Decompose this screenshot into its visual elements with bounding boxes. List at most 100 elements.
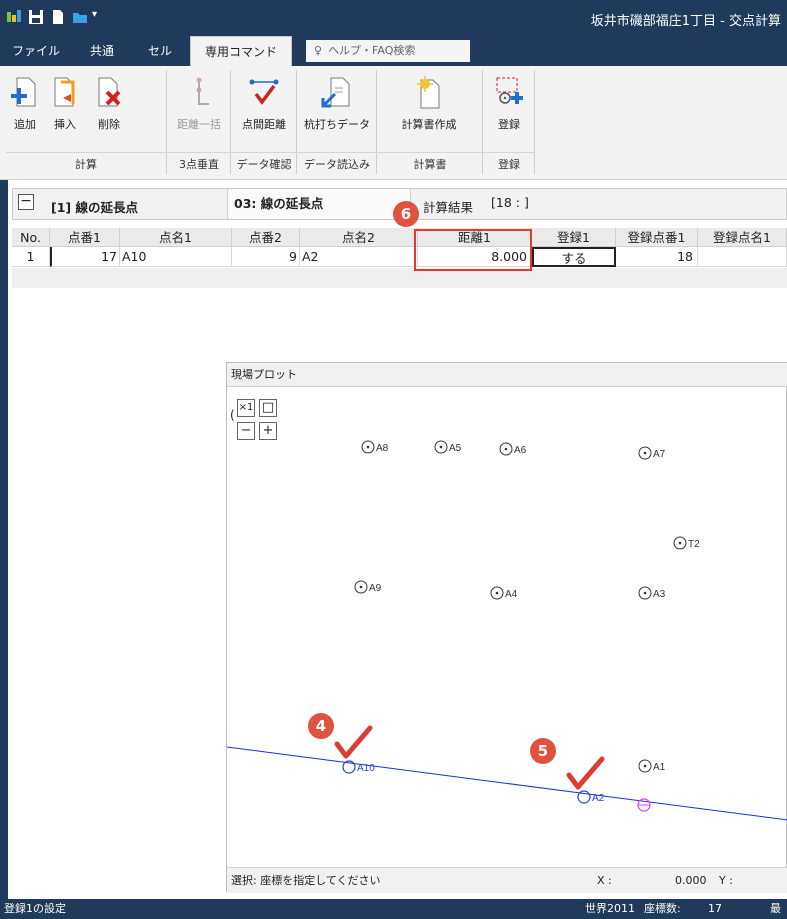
ribbon-separator xyxy=(376,70,377,174)
plot-title: 現場プロット xyxy=(227,363,787,387)
point-a5[interactable]: A5 xyxy=(434,440,462,454)
report-create-icon xyxy=(417,76,440,109)
col-no[interactable]: No. xyxy=(12,228,50,247)
help-search-placeholder: ヘルプ・FAQ検索 xyxy=(328,44,416,57)
cell-no[interactable]: 1 xyxy=(12,247,50,267)
distance-batch-button[interactable]: 距離一括 xyxy=(170,70,228,152)
point-a5-label: A5 xyxy=(449,443,462,454)
delete-button-label: 削除 xyxy=(98,118,120,131)
extension-line xyxy=(227,746,787,821)
report-create-button[interactable]: 計算書作成 xyxy=(380,70,478,152)
group-data-check-label: データ確認 xyxy=(236,158,292,171)
insert-button-label: 挿入 xyxy=(54,118,76,131)
col-name2[interactable]: 点名2 xyxy=(300,228,418,247)
point-a9-label: A9 xyxy=(369,583,382,594)
point-a1[interactable]: A1 xyxy=(638,759,666,773)
menu-bar: ファイル 共通 セル 専用コマンド ♀ ヘルプ・FAQ検索 xyxy=(0,36,787,66)
checkmark-icon xyxy=(566,756,605,790)
delete-doc-icon xyxy=(98,77,121,107)
plot-x-label: X : xyxy=(597,874,612,887)
register-icon xyxy=(496,77,523,104)
callout-6: 6 xyxy=(393,201,419,227)
status-right: 最 xyxy=(770,902,781,915)
lightbulb-icon: ♀ xyxy=(314,44,323,57)
add-button-label: 追加 xyxy=(14,118,36,131)
col-regname1[interactable]: 登録点名1 xyxy=(698,228,787,247)
table-empty-area xyxy=(12,268,787,288)
result-label: 計算結果 xyxy=(423,200,474,215)
add-button[interactable]: 追加 xyxy=(6,70,44,152)
point-a3-label: A3 xyxy=(653,589,666,600)
point-a6-label: A6 xyxy=(514,445,527,456)
quick-access-dropdown-icon[interactable]: ▾ xyxy=(92,9,97,20)
point-a3[interactable]: A3 xyxy=(638,586,666,600)
cell-name1[interactable]: A10 xyxy=(120,247,232,267)
cell-pt2[interactable]: 9 xyxy=(232,247,300,267)
point-a8[interactable]: A8 xyxy=(361,440,389,454)
left-edge-strip xyxy=(0,180,8,899)
group-report-label: 計算書 xyxy=(413,158,447,171)
title-bar: ▾ 坂井市磯部福庄1丁目 - 交点計算 xyxy=(0,0,787,36)
point-a6[interactable]: A6 xyxy=(499,442,527,456)
stake-data-icon xyxy=(321,77,350,108)
open-folder-icon[interactable] xyxy=(72,9,88,25)
point-a7[interactable]: A7 xyxy=(638,446,666,460)
insert-doc-icon xyxy=(54,77,75,107)
site-plot-window[interactable]: 現場プロット ( ×1 □ − + A8 A5 A6 A7 T2 A9 A4 A… xyxy=(226,362,787,893)
help-search-input[interactable]: ♀ ヘルプ・FAQ検索 xyxy=(306,40,470,62)
col-pt1[interactable]: 点番1 xyxy=(50,228,120,247)
plot-status-select: 選択: 座標を指定してください xyxy=(231,874,381,887)
register-label: 登録 xyxy=(498,118,520,131)
method-value: 03: 線の延長点 xyxy=(234,196,324,211)
stake-data-button[interactable]: 杭打ちデータ xyxy=(300,70,374,152)
callout-5: 5 xyxy=(530,738,556,764)
col-regno1[interactable]: 登録点番1 xyxy=(616,228,698,247)
tab-file[interactable]: ファイル xyxy=(6,36,66,66)
point-a1-label: A1 xyxy=(653,762,666,773)
plot-x-value: 0.000 xyxy=(675,874,707,887)
col-pt2[interactable]: 点番2 xyxy=(232,228,300,247)
distance-batch-label: 距離一括 xyxy=(177,118,221,131)
save-icon[interactable] xyxy=(28,9,44,25)
cell-regno1[interactable]: 18 xyxy=(616,247,698,267)
stake-data-label: 杭打ちデータ xyxy=(304,118,370,131)
result-value: [18 : ] xyxy=(491,195,529,210)
cell-pt1[interactable]: 17 xyxy=(50,247,120,267)
method-field[interactable]: 03: 線の延長点 xyxy=(227,189,411,219)
point-a9[interactable]: A9 xyxy=(354,580,382,594)
point-distance-label: 点間距離 xyxy=(242,118,286,131)
ribbon-separator xyxy=(296,70,297,174)
collapse-button[interactable]: − xyxy=(18,194,34,210)
plot-canvas[interactable]: A8 A5 A6 A7 T2 A9 A4 A3 A10 A2 A1 xyxy=(227,387,787,867)
point-a4-label: A4 xyxy=(505,589,518,600)
insert-button[interactable]: 挿入 xyxy=(44,70,86,152)
point-a2-label: A2 xyxy=(592,793,605,804)
group-calc-label: 計算 xyxy=(75,158,97,171)
ribbon-separator xyxy=(482,70,483,174)
cell-name2[interactable]: A2 xyxy=(300,247,418,267)
ribbon: 追加 挿入 削除 距離一括 点間距離 杭打ちデータ 計算書作成 登録 計算 3点… xyxy=(0,66,787,180)
cell-regname1[interactable] xyxy=(698,247,787,267)
ribbon-separator xyxy=(230,70,231,174)
tab-special-commands[interactable]: 専用コマンド xyxy=(190,36,292,66)
checkmark-icon xyxy=(334,725,373,759)
callout-4: 4 xyxy=(308,713,334,739)
col-name1[interactable]: 点名1 xyxy=(120,228,232,247)
tab-cell[interactable]: セル xyxy=(136,36,184,66)
delete-button[interactable]: 削除 xyxy=(88,70,130,152)
register-button[interactable]: 登録 xyxy=(486,70,532,152)
plot-y-label: Y : xyxy=(719,874,733,887)
point-distance-icon xyxy=(249,79,279,105)
col-reg1[interactable]: 登録1 xyxy=(532,228,616,247)
ribbon-group-divider xyxy=(6,152,534,153)
tab-common[interactable]: 共通 xyxy=(80,36,124,66)
new-file-icon[interactable] xyxy=(50,9,66,25)
status-count: 17 xyxy=(708,902,722,915)
distance-highlight-box xyxy=(414,229,532,271)
point-a4[interactable]: A4 xyxy=(490,586,518,600)
cell-reg1[interactable]: する xyxy=(532,247,616,267)
item-title: [1] 線の延長点 xyxy=(51,200,138,215)
report-create-label: 計算書作成 xyxy=(401,118,457,131)
point-distance-button[interactable]: 点間距離 xyxy=(234,70,294,152)
point-t2[interactable]: T2 xyxy=(673,536,700,550)
